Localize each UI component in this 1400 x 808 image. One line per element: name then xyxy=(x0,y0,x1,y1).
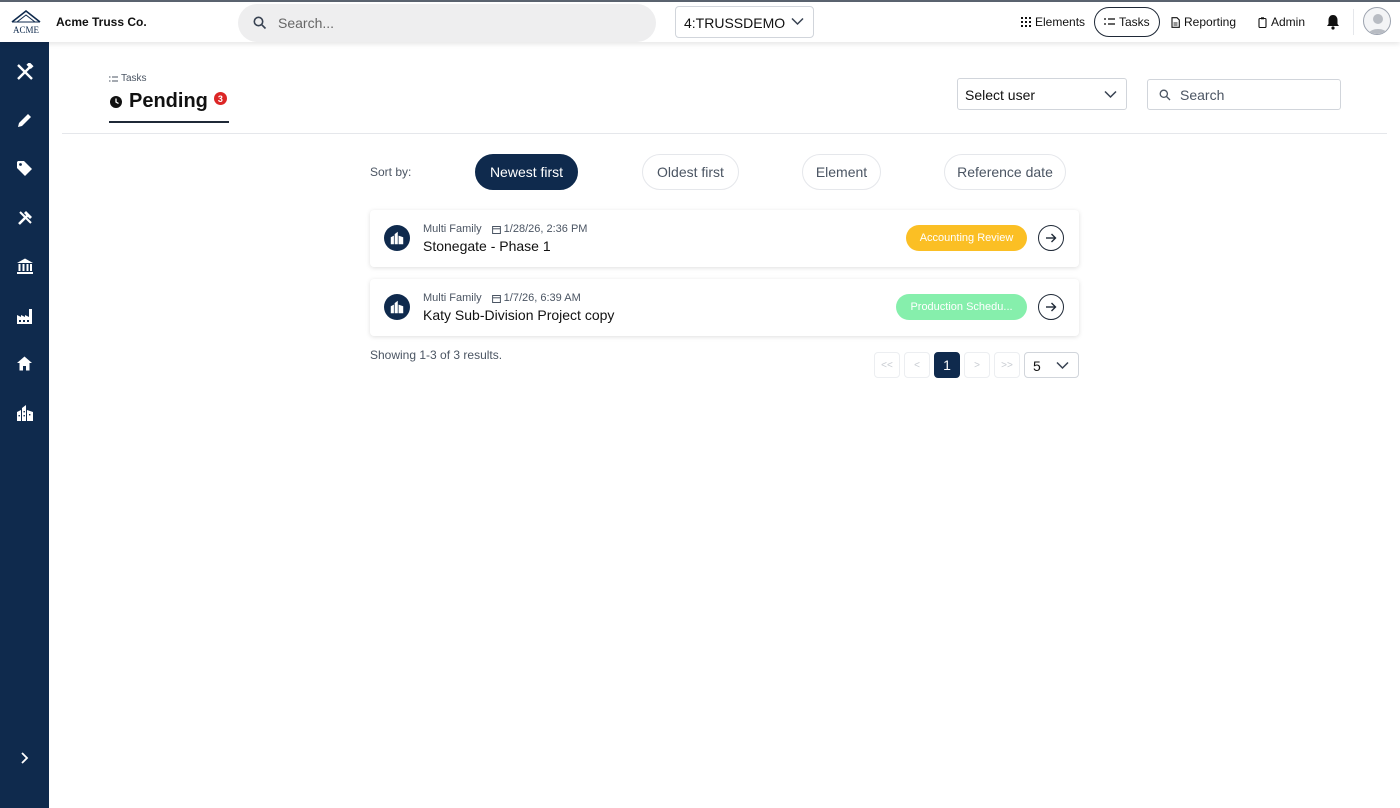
first-page-button[interactable]: << xyxy=(874,352,900,378)
task-meta: Multi Family 1/7/26, 6:39 AM xyxy=(423,292,581,304)
nav-admin-label: Admin xyxy=(1271,15,1306,29)
sidebar-item-pricing[interactable] xyxy=(14,158,35,179)
task-search[interactable] xyxy=(1147,79,1341,110)
arrow-right-icon xyxy=(1046,302,1057,312)
task-date-text: 1/28/26, 2:36 PM xyxy=(503,223,588,235)
sidebar-item-finance[interactable] xyxy=(14,255,35,276)
global-search-input[interactable] xyxy=(278,4,638,42)
task-card[interactable]: Multi Family 1/28/26, 2:36 PM Stonegate … xyxy=(370,210,1079,267)
project-avatar xyxy=(384,294,410,320)
clipboard-icon xyxy=(1258,16,1267,28)
home-icon xyxy=(17,356,32,371)
sort-newest-first[interactable]: Newest first xyxy=(475,154,578,190)
task-date-text: 1/7/26, 6:39 AM xyxy=(503,292,581,304)
status-badge: Production Schedu... xyxy=(896,294,1027,320)
company-name: Acme Truss Co. xyxy=(56,15,147,29)
buildings-icon xyxy=(390,231,404,245)
acme-logo[interactable]: ACME xyxy=(9,8,43,36)
sidebar-item-edit[interactable] xyxy=(14,110,35,131)
logo-text: ACME xyxy=(13,25,40,35)
arrow-right-icon xyxy=(1046,233,1057,243)
nav-reporting-label: Reporting xyxy=(1184,15,1237,29)
sidebar-item-tools[interactable] xyxy=(14,207,35,228)
sidebar-item-home[interactable] xyxy=(14,353,35,374)
top-bar: ACME Acme Truss Co. 4:TRUSSDEMO Elements… xyxy=(0,2,1400,42)
sort-element[interactable]: Element xyxy=(802,154,881,190)
sidebar xyxy=(0,42,49,808)
current-page-button[interactable]: 1 xyxy=(934,352,960,378)
organization-select-value: 4:TRUSSDEMO xyxy=(684,15,786,31)
task-title[interactable]: Stonegate - Phase 1 xyxy=(423,238,551,254)
results-summary: Showing 1-3 of 3 results. xyxy=(370,348,503,362)
sidebar-item-design[interactable] xyxy=(14,61,35,82)
task-card[interactable]: Multi Family 1/7/26, 6:39 AM Katy Sub-Di… xyxy=(370,279,1079,336)
user-avatar[interactable] xyxy=(1363,7,1391,35)
chevron-down-icon xyxy=(1056,361,1069,370)
page-size-value: 5 xyxy=(1033,358,1041,374)
page-title: Pending 3 xyxy=(109,90,227,113)
prev-page-button[interactable]: < xyxy=(904,352,930,378)
active-tab-indicator xyxy=(109,121,229,123)
user-icon xyxy=(1368,14,1388,34)
chevron-right-icon[interactable] xyxy=(16,750,32,766)
user-select[interactable]: Select user xyxy=(957,78,1127,110)
pending-count-badge: 3 xyxy=(213,92,227,105)
open-task-button[interactable] xyxy=(1038,225,1064,251)
calendar-icon xyxy=(491,294,501,303)
page-size-select[interactable]: 5 xyxy=(1024,352,1079,378)
chevron-down-icon xyxy=(1104,90,1117,99)
factory-icon xyxy=(16,308,32,324)
nav-tasks[interactable]: Tasks xyxy=(1094,7,1160,37)
chevron-down-icon xyxy=(791,17,804,26)
search-icon xyxy=(1159,89,1171,101)
nav-admin[interactable]: Admin xyxy=(1258,8,1305,36)
user-select-value: Select user xyxy=(965,87,1036,103)
breadcrumb[interactable]: Tasks xyxy=(109,73,147,84)
task-meta: Multi Family 1/28/26, 2:36 PM xyxy=(423,223,587,235)
bank-icon xyxy=(16,258,33,274)
nav-elements-label: Elements xyxy=(1035,15,1086,29)
sort-reference-date[interactable]: Reference date xyxy=(944,154,1066,190)
search-icon xyxy=(253,16,267,30)
buildings-icon xyxy=(390,300,404,314)
task-list-icon xyxy=(109,76,118,81)
sort-label: Sort by: xyxy=(370,165,412,179)
breadcrumb-label: Tasks xyxy=(121,73,147,84)
nav-reporting[interactable]: Reporting xyxy=(1171,8,1236,36)
open-task-button[interactable] xyxy=(1038,294,1064,320)
task-category: Multi Family xyxy=(423,292,482,304)
report-icon xyxy=(1171,16,1180,28)
buildings-icon xyxy=(16,404,33,421)
tools-icon xyxy=(17,210,32,225)
organization-select[interactable]: 4:TRUSSDEMO xyxy=(675,6,814,38)
clock-icon xyxy=(110,95,122,108)
task-search-input[interactable] xyxy=(1180,80,1330,109)
last-page-button[interactable]: >> xyxy=(994,352,1020,378)
pencil-icon xyxy=(18,114,31,127)
task-category: Multi Family xyxy=(423,223,482,235)
task-date: 1/28/26, 2:36 PM xyxy=(491,223,588,235)
tag-icon xyxy=(17,161,32,176)
next-page-button[interactable]: > xyxy=(964,352,990,378)
sidebar-item-production[interactable] xyxy=(14,305,35,326)
page-title-text: Pending xyxy=(129,90,208,112)
header-divider xyxy=(62,133,1387,134)
design-tools-icon xyxy=(16,62,34,80)
nav-elements[interactable]: Elements xyxy=(1021,8,1085,36)
project-avatar xyxy=(384,225,410,251)
global-search[interactable] xyxy=(238,4,656,42)
task-date: 1/7/26, 6:39 AM xyxy=(491,292,581,304)
calendar-icon xyxy=(491,225,501,234)
sort-oldest-first[interactable]: Oldest first xyxy=(642,154,739,190)
sidebar-item-projects[interactable] xyxy=(14,402,35,423)
status-badge: Accounting Review xyxy=(906,225,1027,251)
task-list-icon xyxy=(1104,18,1115,25)
grid-icon xyxy=(1021,17,1031,27)
task-title[interactable]: Katy Sub-Division Project copy xyxy=(423,307,614,323)
bell-icon[interactable] xyxy=(1326,14,1340,30)
header-divider xyxy=(1353,9,1354,35)
nav-tasks-label: Tasks xyxy=(1119,15,1150,29)
